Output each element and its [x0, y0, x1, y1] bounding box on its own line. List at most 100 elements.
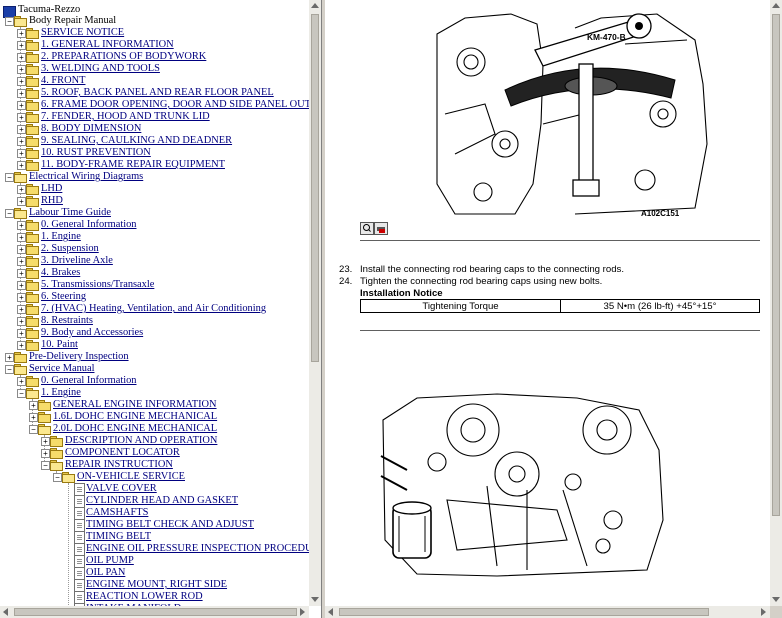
- tree-item-label[interactable]: 8. BODY DIMENSION: [41, 123, 141, 135]
- tree-item-label[interactable]: 5. ROOF, BACK PANEL AND REAR FLOOR PANEL: [41, 87, 274, 99]
- tree-vertical-scroll-thumb[interactable]: [311, 14, 319, 362]
- tree-item-label[interactable]: 3. WELDING AND TOOLS: [41, 63, 160, 75]
- expand-toggle-icon[interactable]: +: [17, 77, 26, 86]
- scroll-right-arrow-icon[interactable]: [300, 608, 305, 616]
- tree-item-label[interactable]: ENGINE MOUNT, RIGHT SIDE: [86, 579, 227, 591]
- tree-item-label[interactable]: 6. Steering: [41, 291, 86, 303]
- tree-item-label[interactable]: Body Repair Manual: [29, 15, 116, 27]
- tree-item-label[interactable]: 1. GENERAL INFORMATION: [41, 39, 174, 51]
- tree-item-label[interactable]: 5. Transmissions/Transaxle: [41, 279, 154, 291]
- tree-item-label[interactable]: SERVICE NOTICE: [41, 27, 124, 39]
- expand-toggle-icon[interactable]: +: [17, 341, 26, 350]
- expand-toggle-icon[interactable]: +: [17, 269, 26, 278]
- expand-toggle-icon[interactable]: +: [17, 281, 26, 290]
- tree-item-label[interactable]: 10. RUST PREVENTION: [41, 147, 151, 159]
- tree-item-label[interactable]: Pre-Delivery Inspection: [29, 351, 129, 363]
- scroll-up-arrow-icon[interactable]: [311, 3, 319, 8]
- expand-toggle-icon[interactable]: +: [29, 413, 38, 422]
- tree-item-label[interactable]: 1. Engine: [41, 387, 81, 399]
- tree-item-label[interactable]: VALVE COVER: [86, 483, 157, 495]
- tree-item-label[interactable]: 9. Body and Accessories: [41, 327, 143, 339]
- tree-item-label[interactable]: LHD: [41, 183, 62, 195]
- scroll-left-arrow-icon[interactable]: [328, 608, 333, 616]
- document-vertical-scrollbar[interactable]: [770, 0, 782, 606]
- tree-item-label[interactable]: OIL PUMP: [86, 555, 134, 567]
- expand-toggle-icon[interactable]: +: [17, 65, 26, 74]
- tree-item-label[interactable]: TIMING BELT CHECK AND ADJUST: [86, 519, 254, 531]
- expand-toggle-icon[interactable]: +: [17, 317, 26, 326]
- collapse-toggle-icon[interactable]: −: [5, 209, 14, 218]
- collapse-toggle-icon[interactable]: −: [17, 389, 26, 398]
- tree-item-label[interactable]: ON-VEHICLE SERVICE: [77, 471, 185, 483]
- expand-toggle-icon[interactable]: +: [17, 149, 26, 158]
- tree-item-label[interactable]: 2. PREPARATIONS OF BODYWORK: [41, 51, 206, 63]
- expand-toggle-icon[interactable]: +: [17, 137, 26, 146]
- scroll-right-arrow-icon[interactable]: [761, 608, 766, 616]
- collapse-toggle-icon[interactable]: −: [41, 461, 50, 470]
- expand-toggle-icon[interactable]: +: [41, 449, 50, 458]
- tree-item-label[interactable]: TIMING BELT: [86, 531, 151, 543]
- tree-item-label[interactable]: CAMSHAFTS: [86, 507, 148, 519]
- tree-item-label[interactable]: 2.0L DOHC ENGINE MECHANICAL: [53, 423, 217, 435]
- collapse-toggle-icon[interactable]: −: [5, 173, 14, 182]
- expand-toggle-icon[interactable]: +: [17, 197, 26, 206]
- tree-item-label[interactable]: RHD: [41, 195, 63, 207]
- expand-toggle-icon[interactable]: +: [17, 305, 26, 314]
- expand-toggle-icon[interactable]: +: [41, 437, 50, 446]
- expand-toggle-icon[interactable]: +: [5, 353, 14, 362]
- expand-toggle-icon[interactable]: +: [17, 245, 26, 254]
- tree-item-label[interactable]: DESCRIPTION AND OPERATION: [65, 435, 217, 447]
- tree-item-label[interactable]: 0. General Information: [41, 219, 137, 231]
- scroll-left-arrow-icon[interactable]: [3, 608, 8, 616]
- tree-item-label[interactable]: 0. General Information: [41, 375, 137, 387]
- tree-item-label[interactable]: 1.6L DOHC ENGINE MECHANICAL: [53, 411, 217, 423]
- expand-toggle-icon[interactable]: +: [17, 113, 26, 122]
- tree-item-label[interactable]: 2. Suspension: [41, 243, 99, 255]
- tree-item-label[interactable]: COMPONENT LOCATOR: [65, 447, 180, 459]
- scroll-up-arrow-icon[interactable]: [772, 3, 780, 8]
- tree-item-label[interactable]: 9. SEALING, CAULKING AND DEADNER: [41, 135, 232, 147]
- tree-item-label[interactable]: 4. Brakes: [41, 267, 80, 279]
- tree-item-label[interactable]: Electrical Wiring Diagrams: [29, 171, 143, 183]
- expand-toggle-icon[interactable]: +: [17, 101, 26, 110]
- tree-horizontal-scroll-thumb[interactable]: [14, 608, 297, 616]
- collapse-toggle-icon[interactable]: −: [5, 17, 14, 26]
- expand-toggle-icon[interactable]: +: [17, 329, 26, 338]
- tree-item-label[interactable]: 7. FENDER, HOOD AND TRUNK LID: [41, 111, 210, 123]
- print-icon[interactable]: [374, 222, 388, 235]
- collapse-toggle-icon[interactable]: −: [29, 425, 38, 434]
- tree-item-label[interactable]: Service Manual: [29, 363, 95, 375]
- expand-toggle-icon[interactable]: +: [17, 221, 26, 230]
- tree-item-label[interactable]: 7. (HVAC) Heating, Ventilation, and Air …: [41, 303, 266, 315]
- tree-item-label[interactable]: REPAIR INSTRUCTION: [65, 459, 173, 471]
- tree-horizontal-scrollbar[interactable]: [0, 606, 309, 618]
- expand-toggle-icon[interactable]: +: [29, 401, 38, 410]
- zoom-icon[interactable]: [360, 222, 374, 235]
- collapse-toggle-icon[interactable]: −: [5, 365, 14, 374]
- tree-item-label[interactable]: ENGINE OIL PRESSURE INSPECTION PROCEDURE: [86, 543, 309, 555]
- expand-toggle-icon[interactable]: +: [17, 377, 26, 386]
- expand-toggle-icon[interactable]: +: [17, 161, 26, 170]
- tree-item-label[interactable]: 4. FRONT: [41, 75, 85, 87]
- expand-toggle-icon[interactable]: +: [17, 293, 26, 302]
- scroll-down-arrow-icon[interactable]: [772, 597, 780, 602]
- expand-toggle-icon[interactable]: +: [17, 41, 26, 50]
- expand-toggle-icon[interactable]: +: [17, 185, 26, 194]
- tree-item-label[interactable]: 8. Restraints: [41, 315, 93, 327]
- tree-vertical-scrollbar[interactable]: [309, 0, 321, 606]
- tree-item-label[interactable]: 10. Paint: [41, 339, 78, 351]
- tree-item-label[interactable]: 6. FRAME DOOR OPENING, DOOR AND SIDE PAN…: [41, 99, 309, 111]
- collapse-toggle-icon[interactable]: −: [53, 473, 62, 482]
- expand-toggle-icon[interactable]: +: [17, 89, 26, 98]
- tree-item-label[interactable]: 3. Driveline Axle: [41, 255, 113, 267]
- scroll-down-arrow-icon[interactable]: [311, 597, 319, 602]
- document-vertical-scroll-thumb[interactable]: [772, 14, 780, 516]
- expand-toggle-icon[interactable]: +: [17, 257, 26, 266]
- tree-item-label[interactable]: REACTION LOWER ROD: [86, 591, 203, 603]
- document-horizontal-scroll-thumb[interactable]: [339, 608, 709, 616]
- tree-item-label[interactable]: 11. BODY-FRAME REPAIR EQUIPMENT: [41, 159, 225, 171]
- expand-toggle-icon[interactable]: +: [17, 233, 26, 242]
- tree-item-label[interactable]: OIL PAN: [86, 567, 125, 579]
- expand-toggle-icon[interactable]: +: [17, 125, 26, 134]
- expand-toggle-icon[interactable]: +: [17, 29, 26, 38]
